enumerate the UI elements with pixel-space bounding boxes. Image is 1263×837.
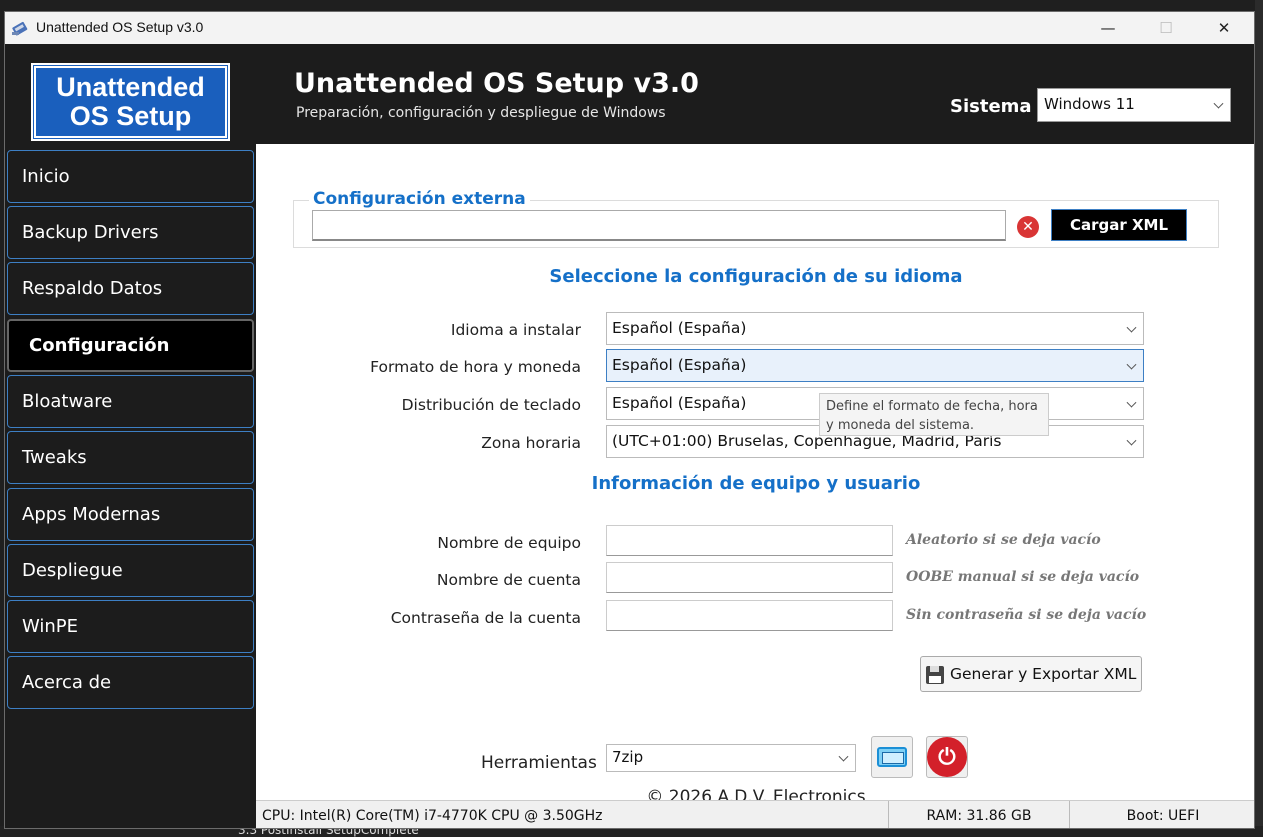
- export-xml-label: Generar y Exportar XML: [950, 665, 1137, 683]
- hint-nombre-equipo: Aleatorio si se deja vacío: [906, 532, 1101, 548]
- sidebar: Inicio Backup Drivers Respaldo Datos Con…: [5, 144, 256, 804]
- sidebar-item-tweaks[interactable]: Tweaks: [7, 431, 254, 484]
- sidebar-item-inicio[interactable]: Inicio: [7, 150, 254, 203]
- clear-icon[interactable]: ✕: [1017, 216, 1039, 238]
- sidebar-item-bloatware[interactable]: Bloatware: [7, 375, 254, 428]
- field-label-formato: Formato de hora y moneda: [370, 358, 581, 376]
- idioma-value: Español (España): [612, 319, 747, 337]
- sistema-label: Sistema: [950, 96, 1032, 117]
- maximize-button[interactable]: ☐: [1137, 12, 1195, 44]
- tools-value: 7zip: [612, 748, 644, 766]
- sistema-select[interactable]: Windows 11: [1037, 88, 1231, 122]
- chevron-down-icon: [1126, 322, 1137, 333]
- app-subtitle: Preparación, configuración y despliegue …: [296, 105, 666, 121]
- minimize-button[interactable]: —: [1079, 12, 1137, 44]
- sidebar-footer: [5, 804, 256, 828]
- sidebar-item-configuracion[interactable]: Configuración: [7, 319, 254, 372]
- sidebar-item-apps-modernas[interactable]: Apps Modernas: [7, 488, 254, 541]
- status-bar: CPU: Intel(R) Core(TM) i7-4770K CPU @ 3.…: [256, 800, 1254, 828]
- nombre-cuenta-input[interactable]: [606, 562, 893, 593]
- app-window: Unattended OS Setup v3.0 — ☐ ✕ Unattende…: [4, 11, 1255, 829]
- external-config-legend: Configuración externa: [309, 189, 530, 209]
- chevron-down-icon: [1126, 359, 1137, 370]
- sidebar-item-acerca-de[interactable]: Acerca de: [7, 656, 254, 709]
- idioma-select[interactable]: Español (España): [606, 312, 1144, 345]
- formato-value: Español (España): [612, 356, 747, 374]
- power-icon: ⏻: [927, 737, 967, 777]
- chevron-down-icon: [1126, 435, 1137, 446]
- logo-line-2: OS Setup: [69, 101, 192, 131]
- title-bar[interactable]: Unattended OS Setup v3.0 — ☐ ✕: [5, 12, 1254, 44]
- status-boot: Boot: UEFI: [1069, 801, 1254, 828]
- tooltip-line-2: y moneda del sistema.: [826, 418, 975, 433]
- app-icon: [12, 21, 28, 36]
- status-ram: RAM: 31.86 GB: [888, 801, 1069, 828]
- tools-label: Herramientas: [481, 753, 597, 773]
- hint-contrasena: Sin contraseña si se deja vacío: [906, 607, 1147, 623]
- export-xml-button[interactable]: Generar y Exportar XML: [920, 656, 1142, 692]
- field-label-contrasena: Contraseña de la cuenta: [390, 609, 581, 627]
- tools-select[interactable]: 7zip: [606, 744, 856, 772]
- tooltip: Define el formato de fecha, hora y moned…: [819, 393, 1049, 436]
- chevron-down-icon: [838, 751, 849, 762]
- language-section-title: Seleccione la configuración de su idioma: [549, 266, 963, 287]
- hint-nombre-cuenta: OOBE manual si se deja vacío: [906, 569, 1140, 585]
- xml-path-input[interactable]: [312, 210, 1006, 241]
- run-icon: [877, 747, 907, 767]
- sistema-value: Windows 11: [1044, 95, 1135, 113]
- nombre-equipo-input[interactable]: [606, 525, 893, 556]
- formato-select[interactable]: Español (España): [606, 349, 1144, 382]
- sidebar-item-despliegue[interactable]: Despliegue: [7, 544, 254, 597]
- window-title: Unattended OS Setup v3.0: [36, 19, 204, 35]
- teclado-value: Español (España): [612, 394, 747, 412]
- sidebar-item-respaldo-datos[interactable]: Respaldo Datos: [7, 262, 254, 315]
- field-label-nombre-equipo: Nombre de equipo: [437, 534, 581, 552]
- desktop-background: [1255, 0, 1263, 837]
- power-button[interactable]: ⏻: [926, 736, 968, 778]
- run-tool-button[interactable]: [871, 736, 913, 778]
- field-label-teclado: Distribución de teclado: [401, 396, 581, 414]
- logo-line-1: Unattended: [56, 72, 205, 102]
- chevron-down-icon: [1126, 397, 1137, 408]
- close-button[interactable]: ✕: [1195, 12, 1253, 44]
- field-label-idioma: Idioma a instalar: [450, 321, 581, 339]
- app-header: Unattended OS Setup Unattended OS Setup …: [5, 44, 1254, 144]
- app-title: Unattended OS Setup v3.0: [294, 68, 699, 99]
- contrasena-input[interactable]: [606, 600, 893, 631]
- user-info-section-title: Información de equipo y usuario: [591, 473, 921, 494]
- load-xml-button[interactable]: Cargar XML: [1051, 209, 1187, 241]
- chevron-down-icon: [1213, 98, 1224, 109]
- sidebar-item-winpe[interactable]: WinPE: [7, 600, 254, 653]
- field-label-zona: Zona horaria: [481, 434, 581, 452]
- sidebar-item-backup-drivers[interactable]: Backup Drivers: [7, 206, 254, 259]
- status-cpu: CPU: Intel(R) Core(TM) i7-4770K CPU @ 3.…: [262, 808, 603, 824]
- main-content: Configuración externa ✕ Cargar XML Selec…: [256, 144, 1254, 807]
- field-label-nombre-cuenta: Nombre de cuenta: [436, 571, 581, 589]
- logo: Unattended OS Setup: [31, 63, 230, 141]
- floppy-disk-icon: [926, 666, 944, 684]
- tooltip-line-1: Define el formato de fecha, hora: [826, 399, 1038, 414]
